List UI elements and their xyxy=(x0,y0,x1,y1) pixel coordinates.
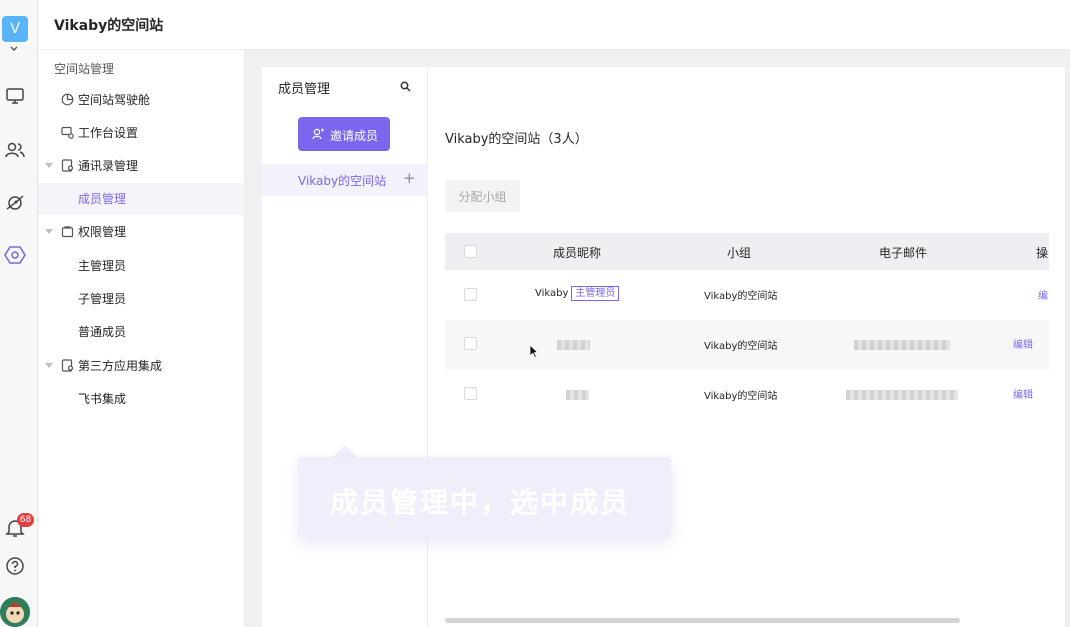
dashboard-icon xyxy=(61,93,74,106)
member-panel: 成员管理 邀请成员 Vikaby的空间站 + Vikaby的空间站（3人） 分配… xyxy=(262,67,1065,627)
column-header-nickname: 成员昵称 xyxy=(553,246,602,260)
space-title: Vikaby的空间站 xyxy=(54,18,164,34)
notification-badge: 68 xyxy=(17,513,34,527)
sidebar-item-main-admin[interactable]: 主管理员 xyxy=(38,250,244,282)
edit-link[interactable]: 编辑 xyxy=(1013,336,1033,351)
team-tree-panel: 成员管理 邀请成员 Vikaby的空间站 + xyxy=(262,67,428,627)
member-group: Vikaby的空间站 xyxy=(704,341,778,352)
edit-link[interactable]: 编 xyxy=(1038,287,1048,302)
blurred-email xyxy=(854,340,950,350)
table-row[interactable]: Vikaby的空间站 编辑 xyxy=(445,370,1049,403)
tooltip-arrow xyxy=(333,445,357,457)
column-header-actions: 操 xyxy=(1036,246,1049,260)
sidebar-item-feishu[interactable]: 飞书集成 xyxy=(38,383,244,415)
member-group: Vikaby的空间站 xyxy=(704,391,778,402)
invite-member-button[interactable]: 邀请成员 xyxy=(298,117,390,151)
rocket-icon[interactable] xyxy=(4,192,26,214)
column-header-email: 电子邮件 xyxy=(879,246,928,260)
top-bar: Vikaby的空间站 xyxy=(38,0,1070,50)
panel-title: 成员管理 xyxy=(278,82,331,97)
column-header-group: 小组 xyxy=(727,246,752,260)
row-checkbox[interactable] xyxy=(464,288,477,301)
sidebar-item-permissions[interactable]: 权限管理 xyxy=(38,216,244,248)
member-table: 成员昵称 小组 电子邮件 操 Vikaby 主管理员 Vikaby的空间站 编 V… xyxy=(445,233,1049,403)
caret-down-icon xyxy=(45,229,53,234)
search-icon[interactable] xyxy=(400,81,411,92)
help-icon[interactable] xyxy=(4,555,26,577)
blurred-nickname xyxy=(566,390,589,400)
member-group: Vikaby的空间站 xyxy=(704,291,778,302)
sidebar-item-workbench[interactable]: 工作台设置 xyxy=(38,117,244,149)
avatar-image-icon xyxy=(0,597,30,627)
chevron-down-icon[interactable] xyxy=(8,44,20,54)
app-window: V 68 Vikaby的空间站 空间站管理 空间站驾驶舱 工作台设置 通讯录管理… xyxy=(0,0,1070,627)
settings-sidebar: 空间站管理 空间站驾驶舱 工作台设置 通讯录管理 成员管理 权限管理 主管理员 … xyxy=(38,50,245,627)
table-header: 成员昵称 小组 电子邮件 操 xyxy=(445,233,1049,270)
mouse-cursor-icon xyxy=(529,344,539,358)
caret-down-icon xyxy=(45,163,53,168)
space-avatar[interactable]: V xyxy=(2,16,28,42)
row-checkbox[interactable] xyxy=(464,337,477,350)
blurred-nickname xyxy=(557,340,590,350)
team-item-root[interactable]: Vikaby的空间站 + xyxy=(262,164,428,196)
tooltip-text: 成员管理中，选中成员 xyxy=(330,486,631,519)
team-name: Vikaby的空间站 xyxy=(298,174,387,188)
blurred-email xyxy=(846,390,958,400)
contacts-icon xyxy=(61,159,74,172)
sidebar-item-sub-admin[interactable]: 子管理员 xyxy=(38,283,244,315)
member-nickname: Vikaby 主管理员 xyxy=(535,286,620,301)
settings-hexagon-icon[interactable] xyxy=(4,244,26,266)
table-row[interactable]: Vikaby 主管理员 Vikaby的空间站 编 xyxy=(445,270,1049,320)
user-avatar[interactable] xyxy=(0,597,30,627)
edit-link[interactable]: 编辑 xyxy=(1013,386,1033,401)
workbench-icon xyxy=(61,126,74,139)
row-checkbox[interactable] xyxy=(464,387,477,400)
sidebar-item-dashboard[interactable]: 空间站驾驶舱 xyxy=(38,84,244,116)
add-user-icon xyxy=(312,128,324,140)
assign-group-button[interactable]: 分配小组 xyxy=(445,180,520,212)
horizontal-scrollbar[interactable] xyxy=(445,618,960,623)
sidebar-item-contacts[interactable]: 通讯录管理 xyxy=(38,150,244,182)
sidebar-item-regular-members[interactable]: 普通成员 xyxy=(38,316,244,348)
content-title: Vikaby的空间站（3人） xyxy=(445,132,588,147)
sidebar-item-integrations[interactable]: 第三方应用集成 xyxy=(38,350,244,382)
permission-icon xyxy=(61,226,74,238)
sidebar-item-member-management[interactable]: 成员管理 xyxy=(38,183,244,215)
add-team-icon[interactable]: + xyxy=(403,169,416,187)
role-tag: 主管理员 xyxy=(571,286,620,301)
select-all-checkbox[interactable] xyxy=(464,245,477,258)
caret-down-icon xyxy=(45,363,53,368)
members-icon[interactable] xyxy=(4,139,26,161)
monitor-icon[interactable] xyxy=(4,85,26,107)
integration-icon xyxy=(61,359,74,372)
nav-rail: V 68 xyxy=(0,0,38,627)
guide-tooltip: 成员管理中，选中成员 xyxy=(298,457,671,539)
sidebar-section-title: 空间站管理 xyxy=(54,62,115,76)
